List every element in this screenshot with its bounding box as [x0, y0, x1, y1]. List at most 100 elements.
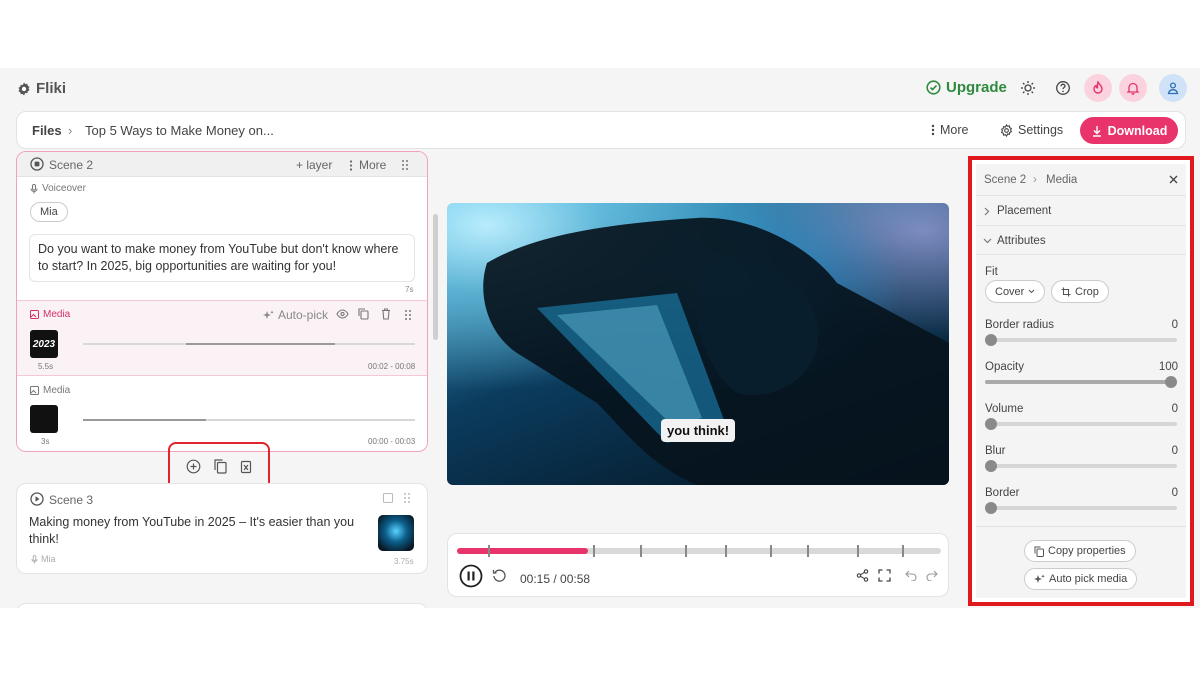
media-2-timeline-range[interactable]	[83, 419, 206, 421]
scene-3-thumbnail[interactable]	[378, 515, 414, 551]
pause-button[interactable]	[459, 564, 483, 588]
script-textbox[interactable]: Do you want to make money from YouTube b…	[29, 234, 415, 282]
media-1-thumbnail[interactable]: 2023	[30, 330, 58, 358]
scene-marker[interactable]	[902, 545, 904, 557]
volume-slider-handle[interactable]	[985, 418, 997, 430]
delete-scene-icon[interactable]	[240, 460, 252, 474]
scene-3-duration: 3.75s	[394, 557, 414, 566]
download-icon	[1091, 125, 1103, 137]
scenes-scrollbar[interactable]	[433, 214, 438, 340]
fullscreen-icon[interactable]	[878, 569, 891, 582]
download-label: Download	[1107, 123, 1168, 138]
blur-slider[interactable]	[985, 460, 1177, 472]
auto-pick-media-button[interactable]: Auto pick media	[1024, 568, 1138, 590]
copy-properties-button[interactable]: Copy properties	[1024, 540, 1136, 562]
duplicate-scene-icon[interactable]	[214, 459, 227, 474]
voice-chip[interactable]: Mia	[30, 202, 68, 222]
settings-button[interactable]: Settings	[1000, 123, 1063, 137]
crop-icon	[1061, 287, 1071, 297]
streak-button[interactable]	[1084, 74, 1112, 102]
border-slider-handle[interactable]	[985, 502, 997, 514]
media-1-timeline-track[interactable]	[83, 343, 415, 345]
media-2-timeline-track[interactable]	[83, 419, 415, 421]
breadcrumb-files-link[interactable]: Files	[32, 123, 62, 138]
script-text[interactable]: Do you want to make money from YouTube b…	[38, 242, 398, 273]
scene-4-card[interactable]	[16, 603, 428, 608]
auto-pick-button[interactable]: Auto-pick	[263, 308, 328, 322]
blur-slider-handle[interactable]	[985, 460, 997, 472]
undo-icon[interactable]	[905, 570, 917, 581]
border-radius-slider-handle[interactable]	[985, 334, 997, 346]
scene-3-script[interactable]: Making money from YouTube in 2025 – It's…	[29, 514, 365, 548]
more-label: More	[940, 123, 969, 137]
share-icon[interactable]	[856, 569, 869, 582]
replay-icon[interactable]	[492, 568, 507, 583]
opacity-slider[interactable]	[985, 376, 1177, 388]
scene-2-card[interactable]: Scene 2 + layer More Voiceover Mia Do yo…	[16, 151, 428, 452]
scene-marker[interactable]	[807, 545, 809, 557]
playback-progress-track[interactable]	[457, 545, 941, 557]
fit-value: Cover	[995, 285, 1025, 298]
scene-marker[interactable]	[593, 545, 595, 557]
video-preview[interactable]: you think!	[447, 203, 949, 485]
gear-logo-icon	[17, 82, 31, 96]
opacity-slider-handle[interactable]	[1165, 376, 1177, 388]
hand-phone-silhouette	[483, 217, 949, 485]
media-layer-1[interactable]: Media Auto-pick 2023 5.5s 00:02 - 00:08	[17, 300, 427, 376]
panel-breadcrumb-scene[interactable]: Scene 2	[984, 174, 1026, 186]
blur-label: Blur	[985, 445, 1006, 457]
eye-icon[interactable]	[336, 309, 349, 319]
breadcrumb-separator: ›	[68, 123, 73, 138]
sun-icon	[1020, 80, 1036, 96]
duplicate-icon[interactable]	[358, 308, 369, 320]
app-logo[interactable]: Fliki	[17, 80, 66, 97]
avatar[interactable]	[1159, 74, 1187, 102]
flame-icon	[1091, 81, 1105, 95]
play-circle-icon[interactable]	[30, 492, 44, 506]
download-button[interactable]: Download	[1080, 117, 1178, 144]
close-icon[interactable]	[1169, 175, 1178, 184]
stop-circle-icon[interactable]	[30, 157, 44, 171]
redo-icon[interactable]	[926, 570, 938, 581]
scene-marker[interactable]	[488, 545, 490, 557]
placement-label: Placement	[997, 205, 1052, 217]
image-icon	[30, 310, 39, 319]
media-2-thumbnail[interactable]	[30, 405, 58, 433]
scene-3-card[interactable]: Scene 3 Making money from YouTube in 202…	[16, 483, 428, 574]
crop-button[interactable]: Crop	[1051, 280, 1109, 303]
notifications-button[interactable]	[1119, 74, 1147, 102]
scene-marker[interactable]	[685, 545, 687, 557]
drag-handle-icon[interactable]	[404, 309, 412, 321]
add-layer-button[interactable]: + layer	[296, 158, 332, 172]
media-layer-2[interactable]: Media 3s 00:00 - 00:03	[17, 377, 427, 451]
scene-marker[interactable]	[640, 545, 642, 557]
project-title[interactable]: Top 5 Ways to Make Money on...	[85, 123, 274, 138]
upgrade-button[interactable]: Upgrade	[926, 79, 1007, 96]
border-slider[interactable]	[985, 502, 1177, 514]
media-1-timeline-range[interactable]	[185, 343, 336, 345]
placement-section-toggle[interactable]: Placement	[976, 197, 1186, 226]
trash-icon[interactable]	[381, 308, 391, 320]
microphone-icon	[30, 183, 38, 194]
add-scene-icon[interactable]	[186, 459, 201, 474]
volume-slider[interactable]	[985, 418, 1177, 430]
volume-value: 0	[1171, 403, 1178, 415]
opacity-value: 100	[1158, 361, 1178, 373]
scene-marker[interactable]	[857, 545, 859, 557]
border-label: Border	[985, 487, 1020, 499]
scene-marker[interactable]	[770, 545, 772, 557]
chevron-down-icon	[1028, 289, 1035, 294]
scene-more-button[interactable]: More	[349, 158, 386, 172]
drag-handle-icon[interactable]	[401, 159, 409, 171]
copy-properties-label: Copy properties	[1048, 545, 1126, 557]
scene-marker[interactable]	[725, 545, 727, 557]
border-radius-slider[interactable]	[985, 334, 1177, 346]
media-1-range: 00:02 - 00:08	[368, 362, 416, 371]
help-button[interactable]	[1049, 74, 1077, 102]
theme-toggle-button[interactable]	[1014, 74, 1042, 102]
fit-select[interactable]: Cover	[985, 280, 1046, 303]
attributes-section-toggle[interactable]: Attributes	[976, 227, 1186, 255]
drag-handle-icon[interactable]	[403, 492, 411, 504]
help-icon	[1055, 80, 1071, 96]
more-button[interactable]: More	[931, 123, 968, 137]
